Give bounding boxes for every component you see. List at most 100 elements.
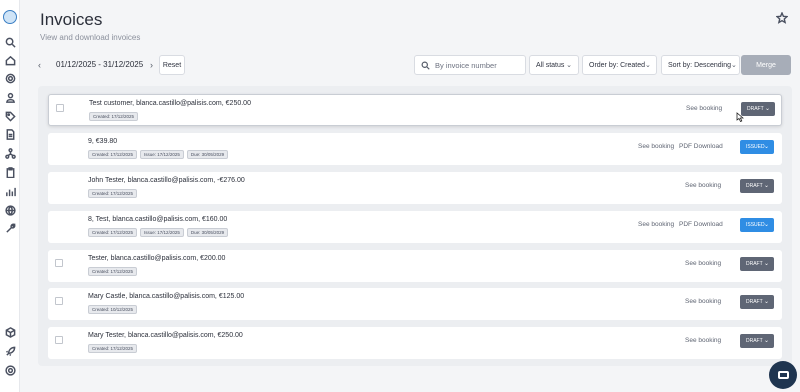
sort-by-value: Sort by: Descending	[668, 61, 732, 69]
order-by-value: Order by: Created	[589, 61, 646, 69]
status-dropdown[interactable]: ISSUED ⌄	[740, 218, 774, 232]
invoice-date-tags: Created: 17/12/2025	[89, 112, 139, 121]
chevron-down-icon: ⌄	[645, 62, 651, 69]
invoice-row[interactable]: 8, Test, blanca.castillo@palisis.com, €1…	[48, 211, 782, 243]
clipboard-icon[interactable]	[4, 166, 16, 178]
status-label: DRAFT	[747, 106, 764, 112]
status-dropdown[interactable]: DRAFT ⌄	[740, 295, 774, 309]
chevron-down-icon: ⌄	[763, 261, 769, 267]
status-label: DRAFT	[746, 183, 763, 189]
chevron-down-icon: ⌄	[763, 338, 769, 344]
status-dropdown[interactable]: DRAFT ⌄	[740, 257, 774, 271]
chevron-down-icon: ⌄	[764, 106, 770, 112]
document-icon[interactable]	[4, 128, 16, 140]
invoice-row[interactable]: Mary Castle, blanca.castillo@palisis.com…	[48, 288, 782, 320]
globe-icon[interactable]	[4, 204, 16, 216]
invoice-row[interactable]: John Tester, blanca.castillo@palisis.com…	[48, 172, 782, 204]
search-icon[interactable]	[4, 36, 16, 48]
see-booking-link[interactable]: See booking	[638, 143, 674, 150]
invoice-summary: John Tester, blanca.castillo@palisis.com…	[88, 177, 245, 184]
filter-toolbar: ‹ 01/12/2025 - 31/12/2025 › Reset All st…	[38, 55, 792, 75]
see-booking-link[interactable]: See booking	[685, 298, 721, 305]
see-booking-link[interactable]: See booking	[638, 221, 674, 228]
status-dropdown[interactable]: ISSUED ⌄	[740, 140, 774, 154]
prev-period-chevron-left-icon[interactable]: ‹	[38, 60, 41, 70]
status-dropdown[interactable]: DRAFT ⌄	[740, 179, 774, 193]
date-tag: Created: 17/12/2025	[88, 150, 138, 159]
invoice-checkbox[interactable]	[56, 104, 64, 112]
invoice-summary: Mary Castle, blanca.castillo@palisis.com…	[88, 293, 245, 300]
invoice-checkbox[interactable]	[55, 297, 63, 305]
favorite-star-icon[interactable]	[775, 11, 789, 24]
invoice-search[interactable]	[414, 55, 526, 75]
invoice-date-tags: Created: 17/12/2025 Issue: 17/12/2025 Due:…	[88, 228, 229, 237]
rocket-icon[interactable]	[4, 345, 16, 357]
invoice-search-input[interactable]	[435, 60, 525, 70]
reset-button-label: Reset	[162, 61, 182, 69]
invoice-date-tags: Created: 17/12/2025	[88, 267, 138, 276]
merge-button[interactable]: Merge	[741, 55, 791, 75]
status-dropdown[interactable]: DRAFT ⌄	[741, 102, 775, 116]
invoice-row[interactable]: 9, €39.80 Created: 17/12/2025 Issue: 17/12…	[48, 133, 782, 165]
tag-icon[interactable]	[4, 110, 16, 122]
status-label: ISSUED	[746, 222, 765, 228]
invoice-summary: Tester, blanca.castillo@palisis.com, €20…	[88, 255, 226, 262]
chat-bubble-icon	[777, 371, 789, 379]
search-icon	[421, 61, 430, 70]
settings-icon[interactable]	[4, 72, 16, 84]
invoice-date-tags: Created: 17/12/2025	[88, 344, 138, 353]
reset-button[interactable]: Reset	[159, 55, 185, 75]
users-icon[interactable]	[4, 91, 16, 103]
chevron-down-icon: ⌄	[763, 183, 769, 189]
invoice-row[interactable]: Mary Tester, blanca.castillo@palisis.com…	[48, 327, 782, 359]
date-range-label[interactable]: 01/12/2025 - 31/12/2025	[56, 60, 143, 69]
status-label: DRAFT	[746, 299, 763, 305]
home-icon[interactable]	[4, 54, 16, 66]
status-label: DRAFT	[746, 261, 763, 267]
status-filter-select[interactable]: All status ⌄	[529, 55, 579, 75]
invoice-summary: Mary Tester, blanca.castillo@palisis.com…	[88, 332, 243, 339]
date-tag: Created: 17/12/2025	[88, 344, 138, 353]
status-filter-value: All status	[536, 61, 565, 69]
chat-support-button[interactable]	[769, 361, 797, 389]
see-booking-link[interactable]: See booking	[685, 337, 721, 344]
see-booking-link[interactable]: See booking	[685, 182, 721, 189]
invoice-date-tags: Created: 17/12/2025	[88, 189, 138, 198]
invoice-date-tags: Created: 10/12/2025	[88, 305, 138, 314]
invoice-checkbox[interactable]	[55, 259, 63, 267]
wrench-icon[interactable]	[4, 222, 16, 234]
chevron-down-icon: ⌄	[731, 62, 737, 69]
see-booking-link[interactable]: See booking	[686, 105, 722, 112]
network-icon[interactable]	[4, 147, 16, 159]
mouse-cursor-icon	[736, 112, 744, 122]
invoice-checkbox[interactable]	[55, 336, 63, 344]
logo-icon[interactable]	[3, 10, 17, 24]
invoice-row[interactable]: Test customer, blanca.castillo@palisis.c…	[48, 94, 782, 126]
pdf-download-link[interactable]: PDF Download	[679, 143, 723, 150]
status-label: ISSUED	[746, 144, 765, 150]
date-tag: Created: 17/12/2025	[89, 112, 139, 121]
next-period-chevron-right-icon[interactable]: ›	[150, 60, 153, 70]
order-by-select[interactable]: Order by: Created ⌄	[582, 55, 657, 75]
invoice-summary: 8, Test, blanca.castillo@palisis.com, €1…	[88, 216, 228, 223]
status-dropdown[interactable]: DRAFT ⌄	[740, 334, 774, 348]
chevron-down-icon: ⌄	[763, 299, 769, 305]
sidebar	[0, 0, 20, 392]
invoice-list: Test customer, blanca.castillo@palisis.c…	[38, 86, 792, 366]
invoice-summary: Test customer, blanca.castillo@palisis.c…	[89, 100, 251, 107]
see-booking-link[interactable]: See booking	[685, 260, 721, 267]
invoice-summary: 9, €39.80	[88, 138, 118, 145]
page-subtitle: View and download invoices	[40, 33, 141, 42]
pdf-download-link[interactable]: PDF Download	[679, 221, 723, 228]
date-tag: Issue: 17/12/2025	[140, 150, 184, 159]
invoice-row[interactable]: Tester, blanca.castillo@palisis.com, €20…	[48, 250, 782, 282]
help-icon[interactable]	[4, 364, 16, 376]
date-tag: Created: 17/12/2025	[88, 228, 138, 237]
sort-by-select[interactable]: Sort by: Descending ⌄	[661, 55, 740, 75]
date-tag: Created: 10/12/2025	[88, 305, 138, 314]
chevron-down-icon: ⌄	[763, 222, 769, 228]
status-label: DRAFT	[746, 338, 763, 344]
box-icon[interactable]	[4, 326, 16, 338]
chart-icon[interactable]	[4, 185, 16, 197]
chevron-down-icon: ⌄	[763, 144, 769, 150]
